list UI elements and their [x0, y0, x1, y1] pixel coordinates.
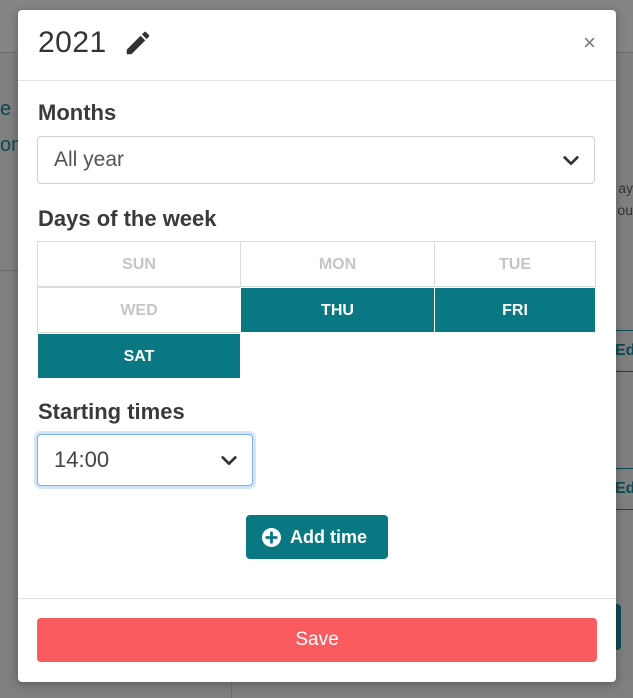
day-fri[interactable]: FRI	[434, 287, 596, 333]
months-select-value: All year	[54, 148, 125, 171]
save-button[interactable]: Save	[37, 618, 597, 662]
starting-time-value: 14:00	[54, 447, 110, 472]
days-label: Days of the week	[38, 206, 217, 231]
day-mon[interactable]: MON	[240, 241, 435, 287]
day-sun[interactable]: SUN	[37, 241, 241, 287]
pencil-icon[interactable]	[123, 28, 153, 58]
modal-footer: Save	[18, 598, 616, 683]
background-text: ay	[618, 180, 633, 196]
modal-header: 2021 ×	[18, 10, 616, 81]
chevron-down-icon	[563, 156, 579, 166]
close-icon[interactable]: ×	[583, 30, 596, 56]
months-label: Months	[38, 100, 117, 125]
plus-circle-icon	[262, 528, 281, 547]
starting-time-select[interactable]: 14:00	[37, 434, 253, 486]
modal-title: 2021	[38, 26, 107, 59]
add-time-button[interactable]: Add time	[246, 515, 388, 559]
schedule-modal: 2021 × Months All year Days of the week …	[18, 10, 616, 682]
months-select[interactable]: All year	[37, 136, 595, 184]
day-sat[interactable]: SAT	[37, 333, 241, 379]
background-text: ou	[617, 202, 633, 218]
day-wed[interactable]: WED	[37, 287, 241, 333]
day-thu[interactable]: THU	[240, 287, 435, 333]
background-divider	[231, 682, 232, 698]
chevron-down-icon	[221, 456, 237, 466]
day-tue[interactable]: TUE	[434, 241, 596, 287]
times-label: Starting times	[38, 399, 185, 424]
add-time-label: Add time	[290, 527, 368, 547]
